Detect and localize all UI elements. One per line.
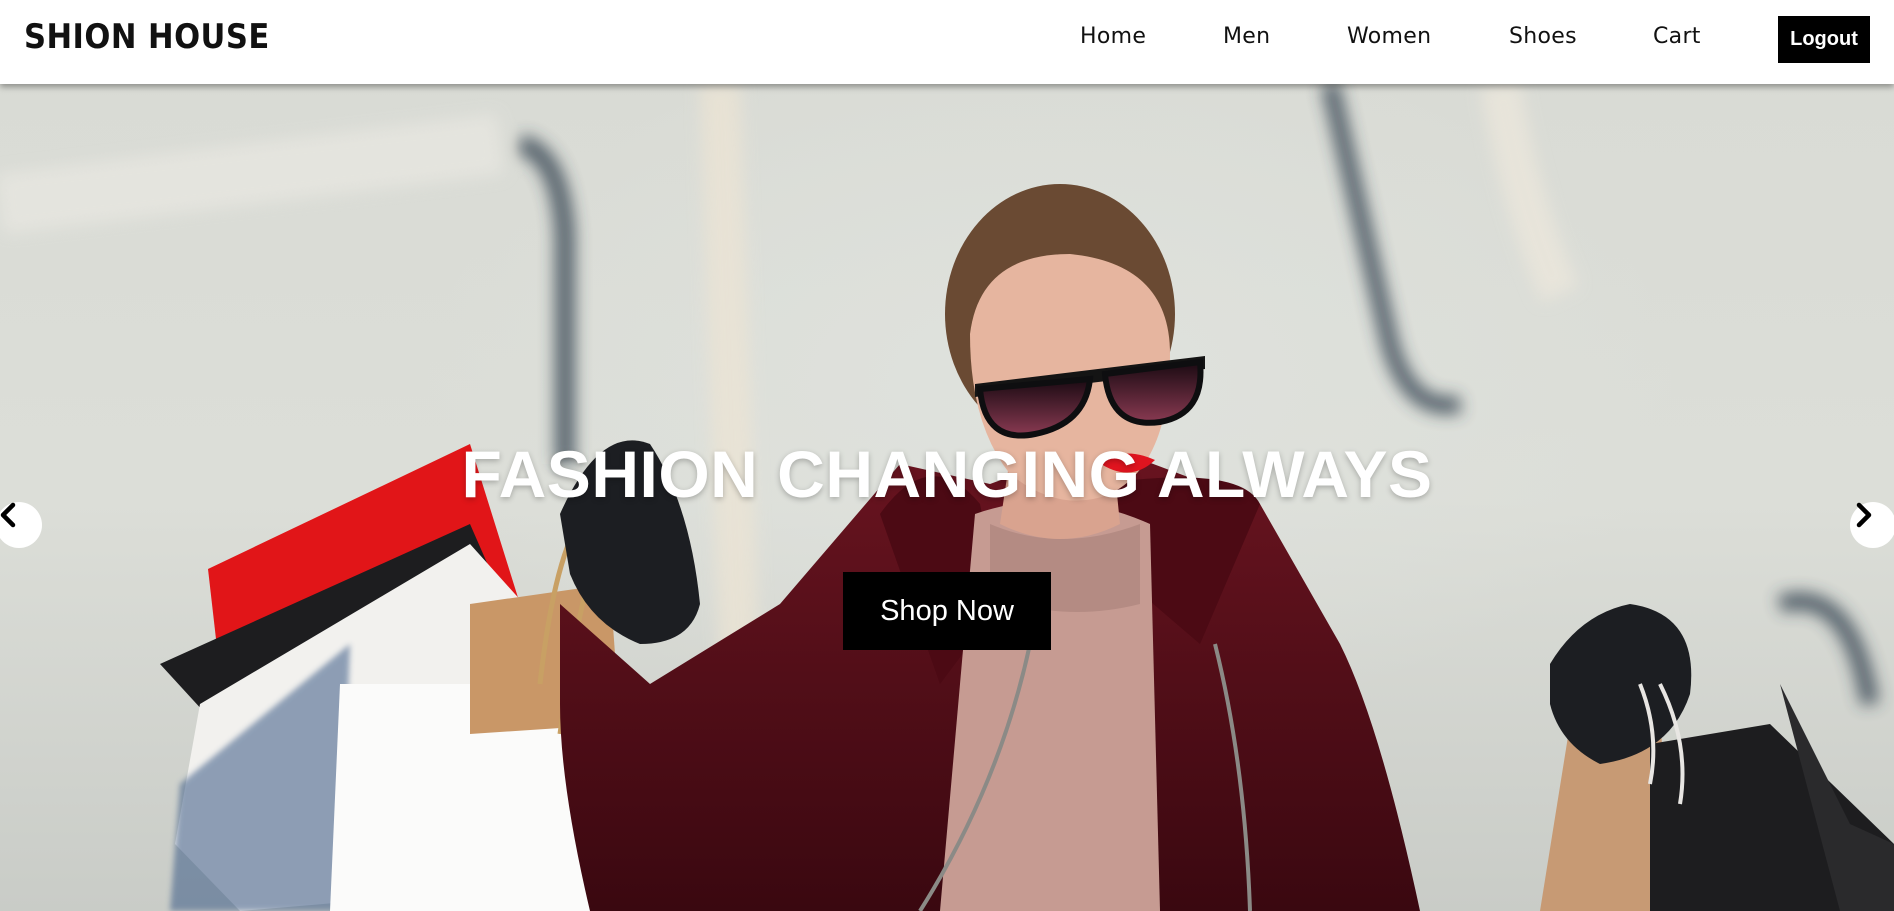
site-header: SHION HOUSE Home Men Women Shoes Cart Lo… [0, 0, 1894, 84]
chevron-left-icon [0, 502, 16, 528]
nav-women-link[interactable]: Women [1347, 24, 1431, 49]
hero-slider: FASHION CHANGING ALWAYS Shop Now [0, 84, 1894, 911]
logout-button[interactable]: Logout [1778, 16, 1870, 63]
nav-shoes-link[interactable]: Shoes [1509, 24, 1577, 49]
slider-next-button[interactable] [1850, 502, 1894, 548]
nav-home-link[interactable]: Home [1080, 24, 1146, 49]
hero-headline: FASHION CHANGING ALWAYS [461, 437, 1433, 511]
chevron-right-icon [1856, 502, 1872, 528]
nav-cart-link[interactable]: Cart [1653, 24, 1701, 49]
nav-men-link[interactable]: Men [1223, 24, 1270, 49]
shop-now-button[interactable]: Shop Now [843, 572, 1051, 650]
brand-logo[interactable]: SHION HOUSE [24, 17, 270, 57]
